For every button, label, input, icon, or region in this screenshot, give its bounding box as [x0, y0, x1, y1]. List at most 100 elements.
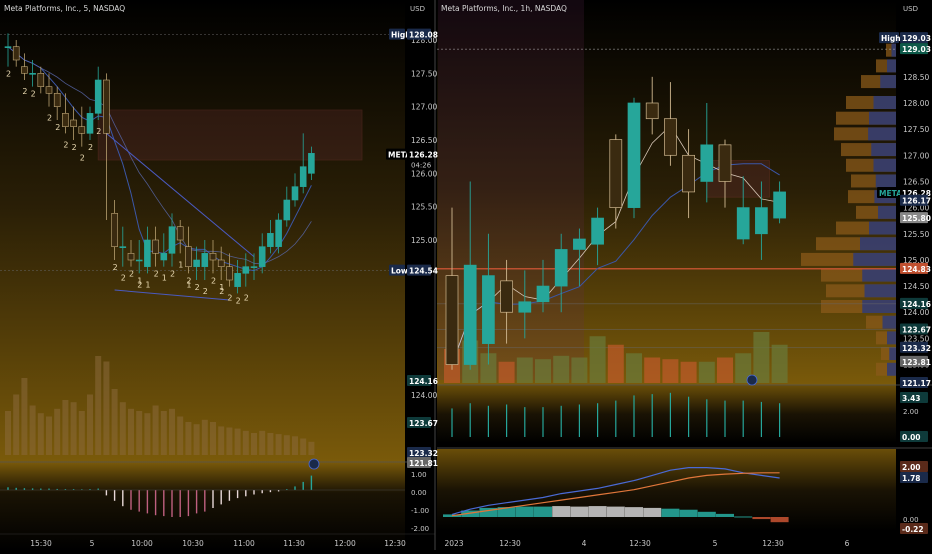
- macd-histogram-bar: [606, 506, 625, 517]
- candle-body: [258, 246, 266, 267]
- right-volume-bar: [680, 361, 697, 383]
- candle-body: [29, 73, 36, 75]
- right-volume-bar: [498, 361, 515, 383]
- left-sub-tag: 121.81: [409, 459, 438, 468]
- volume-bar: [218, 426, 225, 455]
- right-last-label: META: [879, 189, 902, 198]
- right-candle-body: [591, 217, 604, 245]
- right-volume-bar: [698, 361, 715, 383]
- volume-bar: [13, 394, 20, 455]
- right-osc1-background: [437, 385, 896, 443]
- right-price-tag: 124.83: [902, 265, 931, 274]
- count-marker: 1: [178, 260, 183, 269]
- count-marker: 2: [47, 114, 52, 123]
- left-time-label: 11:30: [283, 539, 305, 548]
- chart-canvas[interactable]: 22 2222 222222 221 12 1 2121 2 22212 2 2Meta Platf…: [0, 0, 932, 550]
- count-marker: 2: [6, 70, 11, 79]
- right-volume-bar: [644, 357, 661, 383]
- volume-profile-bar-up: [887, 362, 896, 376]
- left-currency: USD: [410, 5, 425, 13]
- left-time-label: 15:30: [30, 539, 52, 548]
- volume-bar: [177, 416, 184, 455]
- candle-body: [176, 226, 184, 241]
- count-marker: 1: [137, 276, 142, 285]
- count-marker: 2: [211, 276, 216, 285]
- count-marker: 2: [22, 87, 27, 96]
- candle-body: [144, 239, 151, 267]
- right-price-tag: 121.17: [902, 379, 931, 388]
- volume-bar: [251, 433, 257, 455]
- right-volume-bar: [535, 359, 551, 383]
- volume-profile-bar-up: [864, 284, 896, 298]
- right-volume-bar: [717, 357, 733, 383]
- macd-histogram-bar: [552, 506, 571, 517]
- session-shade: [438, 0, 584, 380]
- right-price-tag: 125.80: [902, 214, 931, 223]
- right-candle-body: [445, 275, 459, 365]
- candle-body: [62, 113, 69, 127]
- right-price-tick: 128.00: [903, 99, 929, 108]
- right-osc2-background: [437, 449, 896, 531]
- right-high-value2: 129.03: [902, 45, 931, 54]
- candle-body: [291, 186, 299, 201]
- right-volume-bar: [771, 344, 788, 383]
- volume-profile-bar-up: [887, 59, 896, 73]
- left-price-tick: 127.50: [411, 69, 437, 78]
- volume-bar: [275, 434, 282, 455]
- count-marker: 2: [55, 123, 60, 132]
- volume-bar: [185, 422, 192, 455]
- volume-profile-bar-up: [869, 221, 896, 235]
- right-osc1-tag: 0.00: [902, 433, 921, 442]
- right-candle-body: [700, 144, 714, 182]
- right-time-label: 6: [845, 539, 850, 548]
- right-candle-body: [463, 264, 477, 365]
- volume-profile-bar-up: [871, 143, 896, 157]
- volume-bar: [267, 433, 274, 455]
- right-candle-body: [518, 301, 532, 313]
- left-low-label: Low: [391, 267, 408, 276]
- macd-histogram-bar: [734, 516, 753, 518]
- volume-bar: [29, 405, 36, 455]
- right-price-tick: 127.50: [903, 125, 929, 134]
- right-supply-zone-box: [706, 160, 770, 198]
- right-replay-icon[interactable]: [746, 374, 758, 386]
- right-candle-body: [536, 285, 550, 303]
- right-high-value: 129.03: [902, 34, 931, 43]
- right-volume-bar: [753, 332, 770, 383]
- count-marker: 2: [227, 294, 232, 303]
- macd-histogram-bar: [643, 507, 662, 517]
- candle-body: [103, 79, 110, 134]
- right-volume-bar: [516, 357, 533, 383]
- right-price-tick: 125.50: [903, 230, 929, 239]
- candle-body: [168, 226, 176, 254]
- right-time-label: 12:30: [499, 539, 521, 548]
- count-marker: 2: [203, 287, 208, 296]
- candle-body: [234, 273, 241, 287]
- count-marker: 1: [186, 280, 191, 289]
- macd-histogram-bar: [570, 506, 589, 517]
- volume-bar: [70, 402, 77, 455]
- left-low-value: 124.54: [409, 267, 438, 276]
- right-candle-body: [682, 154, 695, 193]
- volume-profile-bar-up: [882, 315, 896, 329]
- left-time-label: 12:30: [384, 539, 406, 548]
- volume-bar: [103, 361, 110, 455]
- macd-histogram-bar: [752, 517, 771, 520]
- volume-bar: [210, 422, 216, 455]
- right-time-label: 5: [713, 539, 718, 548]
- replay-icon[interactable]: [308, 458, 320, 470]
- volume-profile-bar-up: [869, 111, 896, 125]
- count-marker: 1: [219, 283, 224, 292]
- volume-bar: [201, 419, 208, 455]
- right-volume-bar: [571, 357, 588, 383]
- right-time-label: 12:30: [629, 539, 651, 548]
- right-price-tag: 123.32: [902, 344, 931, 353]
- count-marker: 2: [88, 143, 93, 152]
- candle-body: [21, 66, 28, 74]
- right-volume-bar: [626, 353, 642, 383]
- candle-body: [283, 199, 291, 221]
- right-volume-bar: [589, 336, 606, 383]
- macd-histogram-bar: [515, 506, 534, 517]
- macd-histogram-bar: [625, 507, 643, 517]
- right-osc2-tick: 0.00: [903, 516, 919, 524]
